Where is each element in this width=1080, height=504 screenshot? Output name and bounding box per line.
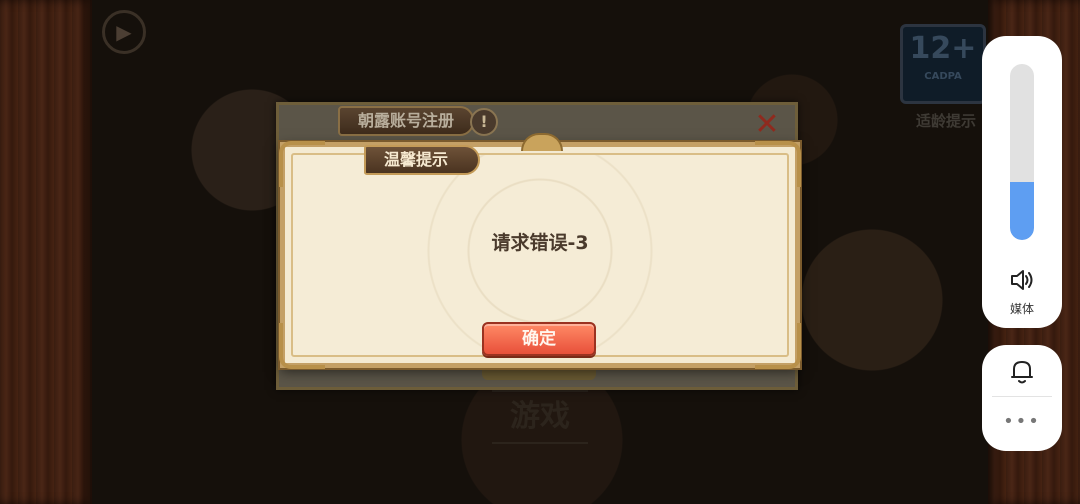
- warning-icon[interactable]: !: [470, 108, 498, 136]
- speaker-icon[interactable]: [1008, 266, 1036, 294]
- register-panel-button-edge: [482, 366, 596, 380]
- volume-label: 媒体: [1009, 302, 1034, 316]
- close-icon[interactable]: ✕: [752, 110, 782, 140]
- left-wood-frame: [0, 0, 92, 504]
- age-rating-badge: 12+ CADPA: [900, 24, 986, 104]
- age-rating-number: 12+: [909, 31, 977, 66]
- register-panel-title: 朝露账号注册: [338, 106, 475, 136]
- ornament-corner-bottom-left: [279, 323, 325, 369]
- film-icon[interactable]: ▶: [102, 10, 146, 54]
- ornament-corner-top-right: [755, 141, 801, 187]
- dialog-message: 请求错误-3: [491, 232, 589, 254]
- notification-panel: •••: [982, 345, 1062, 451]
- volume-panel: 媒体: [982, 36, 1062, 328]
- background-game-label: 游戏: [492, 390, 588, 444]
- notification-divider: [992, 396, 1052, 397]
- ornament-corner-bottom-right: [755, 323, 801, 369]
- age-rating-sub: CADPA: [924, 71, 962, 82]
- volume-slider-fill: [1010, 181, 1034, 240]
- ornament-corner-top-left: [279, 141, 325, 187]
- bell-icon[interactable]: [1009, 357, 1035, 385]
- confirm-button[interactable]: 确定: [482, 322, 596, 356]
- volume-slider[interactable]: [1010, 64, 1034, 240]
- dialog-title: 温馨提示: [364, 145, 481, 175]
- more-icon[interactable]: •••: [982, 411, 1062, 432]
- age-rating-caption: 适龄提示: [915, 112, 976, 130]
